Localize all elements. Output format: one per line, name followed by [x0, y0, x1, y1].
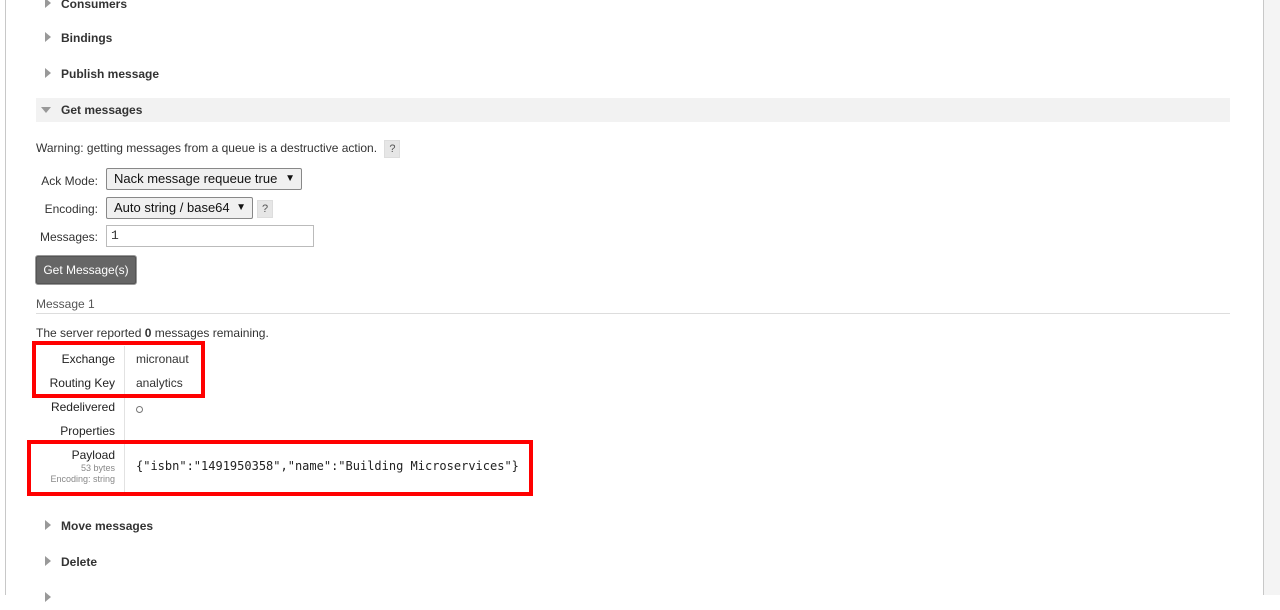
section-consumers-label: Consumers [61, 0, 128, 11]
section-publish-label: Publish message [61, 67, 160, 81]
encoding-label: Encoding: [44, 202, 98, 216]
triangle-right-icon [45, 556, 51, 566]
encoding-value: Auto string / base64 [114, 200, 230, 215]
help-icon[interactable]: ? [257, 200, 273, 218]
remaining-text: The server reported 0 messages remaining… [36, 326, 269, 340]
triangle-down-icon [41, 107, 51, 113]
message-title: Message 1 [36, 297, 95, 311]
ack-mode-label: Ack Mode: [41, 174, 98, 188]
triangle-right-icon [45, 520, 51, 530]
left-frame-border [0, 0, 6, 595]
ack-mode-value: Nack message requeue true [114, 171, 278, 186]
section-move-label: Move messages [61, 519, 154, 533]
section-bindings[interactable]: Bindings [36, 26, 1230, 50]
messages-label: Messages: [39, 230, 98, 244]
remaining-suffix: messages remaining. [151, 326, 269, 340]
properties-label: Properties [60, 424, 115, 438]
scrollbar[interactable] [1263, 0, 1280, 595]
remaining-prefix: The server reported [36, 326, 145, 340]
highlight-box-exchange-routing [32, 341, 205, 398]
warning-line: Warning: getting messages from a queue i… [36, 140, 401, 158]
section-get-messages[interactable]: Get messages [36, 98, 1230, 122]
section-publish-message[interactable]: Publish message [36, 62, 1230, 86]
dropdown-caret-icon: ▼ [285, 173, 295, 184]
dropdown-caret-icon: ▼ [236, 202, 246, 213]
get-messages-button[interactable]: Get Message(s) [35, 255, 137, 285]
section-consumers[interactable]: Consumers [36, 0, 1230, 16]
circle-icon [136, 406, 143, 413]
redelivered-label: Redelivered [50, 400, 115, 414]
triangle-right-icon [45, 68, 51, 78]
triangle-right-icon [45, 32, 51, 42]
section-purge[interactable] [36, 586, 1230, 610]
section-delete-label: Delete [61, 555, 98, 569]
messages-input[interactable]: 1 [106, 225, 314, 247]
ack-mode-select[interactable]: Nack message requeue true ▼ [106, 168, 302, 190]
highlight-box-payload [27, 440, 533, 496]
divider [36, 313, 1230, 314]
section-get-label: Get messages [61, 103, 143, 117]
section-delete[interactable]: Delete [36, 550, 1230, 574]
triangle-right-icon [45, 0, 51, 8]
triangle-right-icon [45, 592, 51, 602]
encoding-select[interactable]: Auto string / base64 ▼ [106, 197, 253, 219]
warning-text: Warning: getting messages from a queue i… [36, 141, 378, 156]
section-move-messages[interactable]: Move messages [36, 514, 1230, 538]
help-icon[interactable]: ? [384, 140, 401, 158]
redelivered-value [136, 402, 143, 416]
section-bindings-label: Bindings [61, 31, 113, 45]
